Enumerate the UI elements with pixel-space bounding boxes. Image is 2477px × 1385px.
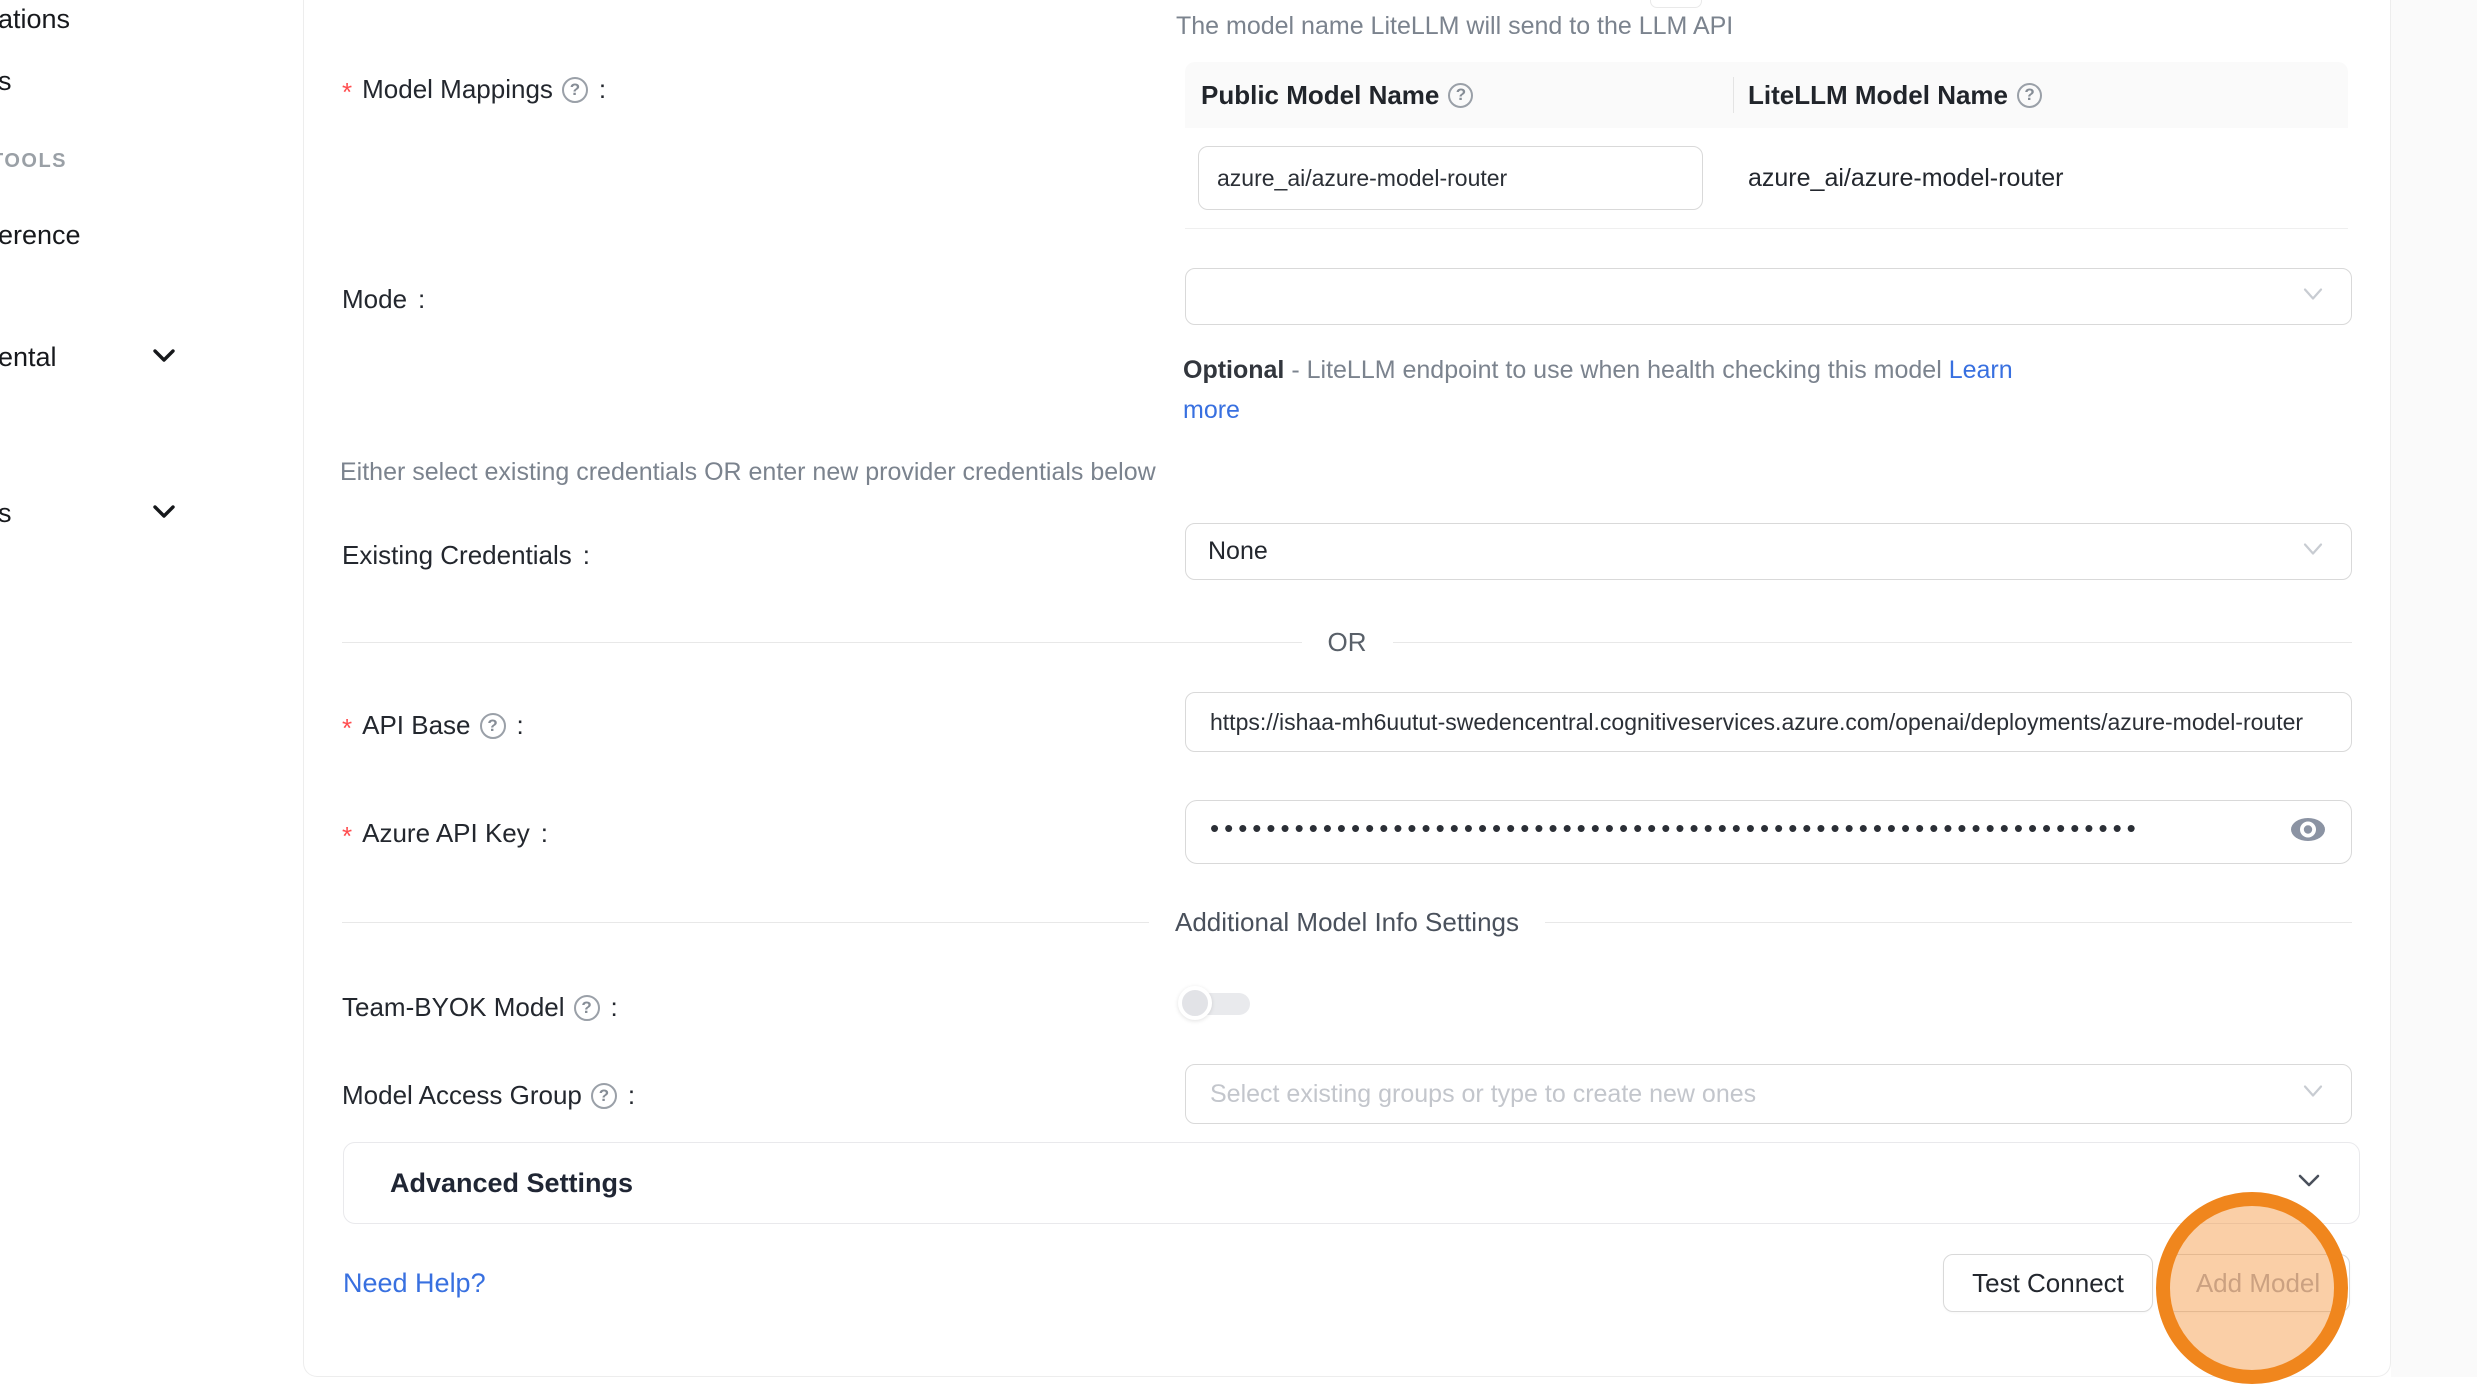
column-header-litellm-model-name: LiteLLM Model Name ? bbox=[1748, 80, 2042, 111]
model-mappings-table: Public Model Name ? LiteLLM Model Name ?… bbox=[1185, 62, 2348, 290]
public-model-name-input-box bbox=[1198, 146, 1703, 210]
chevron-down-icon[interactable] bbox=[152, 348, 176, 364]
table-header-row: Public Model Name ? LiteLLM Model Name ? bbox=[1185, 62, 2348, 128]
required-asterisk: * bbox=[342, 821, 352, 852]
sidebar-item-group[interactable]: s bbox=[0, 498, 12, 529]
existing-credentials-label: Existing Credentials : bbox=[342, 540, 590, 571]
help-icon[interactable]: ? bbox=[2017, 83, 2042, 108]
team-byok-toggle[interactable] bbox=[1178, 986, 1250, 1022]
mode-select[interactable] bbox=[1185, 268, 2352, 325]
model-mappings-label: * Model Mappings ? : bbox=[342, 74, 606, 105]
sidebar-item-experimental[interactable]: ental bbox=[0, 342, 57, 373]
additional-info-divider: Additional Model Info Settings bbox=[342, 908, 2352, 936]
model-access-group-label: Model Access Group ? : bbox=[342, 1080, 635, 1111]
team-byok-label: Team-BYOK Model ? : bbox=[342, 992, 618, 1023]
page-gutter bbox=[2391, 0, 2477, 1377]
credentials-note: Either select existing credentials OR en… bbox=[340, 458, 1156, 487]
sidebar-section-tools: TOOLS bbox=[0, 150, 67, 173]
help-icon[interactable]: ? bbox=[1448, 83, 1473, 108]
help-icon[interactable]: ? bbox=[591, 1083, 617, 1109]
or-divider: OR bbox=[342, 628, 2352, 656]
chevron-down-icon bbox=[2301, 285, 2325, 308]
sidebar-item[interactable]: s bbox=[0, 66, 12, 97]
chevron-down-icon bbox=[2301, 1083, 2325, 1106]
model-access-group-select[interactable] bbox=[1185, 1064, 2352, 1124]
public-model-name-input[interactable] bbox=[1217, 165, 1684, 192]
model-name-help-text: The model name LiteLLM will send to the … bbox=[1176, 12, 1733, 41]
optional-bold: Optional bbox=[1183, 356, 1284, 384]
advanced-settings-panel[interactable]: Advanced Settings bbox=[343, 1142, 2360, 1224]
column-divider bbox=[1733, 77, 1734, 113]
help-icon[interactable]: ? bbox=[562, 77, 588, 103]
chevron-down-icon bbox=[2301, 540, 2325, 563]
highlight-annotation-circle bbox=[2156, 1192, 2348, 1384]
table-row: azure_ai/azure-model-router bbox=[1185, 128, 2348, 229]
azure-api-key-label: * Azure API Key : bbox=[342, 818, 548, 849]
azure-api-key-input-box: ••••••••••••••••••••••••••••••••••••••••… bbox=[1185, 800, 2352, 864]
api-base-input[interactable] bbox=[1210, 709, 2341, 736]
api-base-label: * API Base ? : bbox=[342, 710, 524, 741]
column-header-public-model-name: Public Model Name ? bbox=[1201, 80, 1731, 111]
help-icon[interactable]: ? bbox=[480, 713, 506, 739]
sidebar-item-reference[interactable]: erence bbox=[0, 220, 81, 251]
chevron-down-icon[interactable] bbox=[152, 504, 176, 520]
masked-api-key[interactable]: ••••••••••••••••••••••••••••••••••••••••… bbox=[1210, 813, 2270, 844]
api-base-input-box bbox=[1185, 692, 2352, 752]
eye-icon[interactable] bbox=[2289, 815, 2327, 850]
required-asterisk: * bbox=[342, 77, 352, 108]
litellm-model-name-value: azure_ai/azure-model-router bbox=[1748, 164, 2063, 193]
chevron-down-icon[interactable] bbox=[2295, 1171, 2323, 1196]
advanced-settings-title: Advanced Settings bbox=[390, 1168, 633, 1199]
help-icon[interactable]: ? bbox=[574, 995, 600, 1021]
need-help-link[interactable]: Need Help? bbox=[343, 1268, 486, 1299]
toggle-knob bbox=[1178, 986, 1212, 1020]
mode-help-text: Optional - LiteLLM endpoint to use when … bbox=[1183, 350, 2063, 430]
existing-credentials-select[interactable]: None bbox=[1185, 523, 2352, 580]
mode-label: Mode : bbox=[342, 284, 425, 315]
required-asterisk: * bbox=[342, 713, 352, 744]
test-connect-button[interactable]: Test Connect bbox=[1943, 1254, 2153, 1312]
clipped-element-above bbox=[1650, 0, 1702, 8]
model-access-group-input[interactable] bbox=[1210, 1081, 2327, 1108]
sidebar-item-organizations[interactable]: ations bbox=[0, 4, 70, 35]
